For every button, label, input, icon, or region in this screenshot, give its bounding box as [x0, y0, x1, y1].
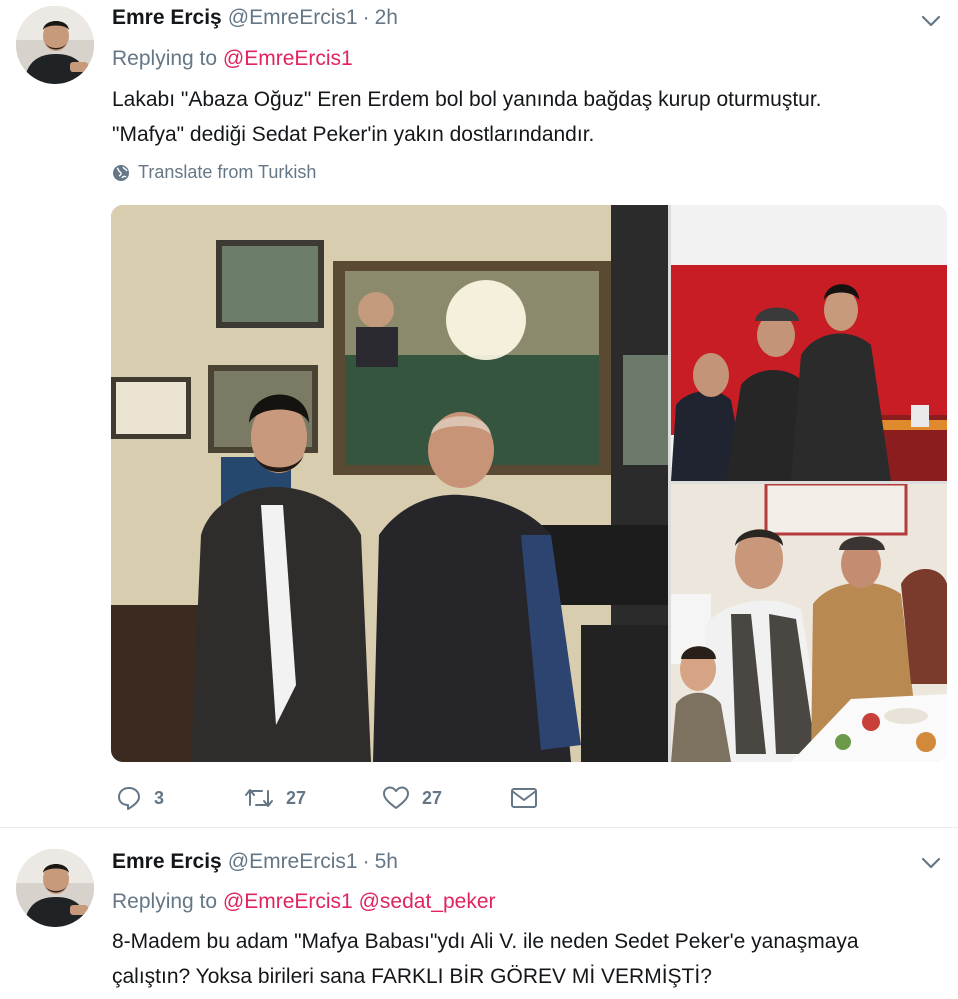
- avatar-image: [16, 849, 94, 927]
- translate-link[interactable]: Translate from Turkish: [112, 162, 316, 183]
- reply-count: 3: [154, 787, 165, 808]
- tweet-text: Lakabı "Abaza Oğuz" Eren Erdem bol bol y…: [112, 82, 942, 152]
- chevron-down-icon[interactable]: [920, 852, 942, 874]
- chevron-down-icon[interactable]: [920, 10, 942, 32]
- retweet-button[interactable]: 27: [244, 784, 382, 812]
- tweet[interactable]: Emre Erciş @EmreErcis1 · 2h Replying to …: [0, 0, 958, 828]
- tweet[interactable]: Emre Erciş @EmreErcis1 · 5h Replying to …: [0, 829, 958, 999]
- direct-message-button[interactable]: [510, 784, 550, 812]
- separator-dot: ·: [362, 850, 370, 873]
- translate-label: Translate from Turkish: [138, 162, 317, 182]
- tweet-header: Emre Erciş @EmreErcis1 · 2h: [112, 6, 398, 30]
- heart-icon: [383, 786, 409, 809]
- replying-to-label: Replying to: [112, 47, 218, 70]
- avatar[interactable]: [16, 849, 94, 927]
- separator-dot: ·: [362, 6, 370, 29]
- fullname[interactable]: Emre Erciş: [112, 850, 222, 874]
- timestamp[interactable]: 2h: [375, 6, 398, 30]
- replying-to: Replying to @EmreErcis1 @sedat_peker: [112, 890, 496, 914]
- tweet-actions: 3 27 27: [116, 784, 550, 812]
- retweet-count: 27: [286, 787, 307, 808]
- like-button[interactable]: 27: [382, 784, 510, 812]
- fullname[interactable]: Emre Erciş: [112, 6, 222, 30]
- tweet-header: Emre Erciş @EmreErcis1 · 5h: [112, 850, 398, 874]
- mail-icon: [511, 788, 537, 808]
- reply-mention-link[interactable]: @sedat_peker: [359, 890, 496, 913]
- avatar-image: [16, 6, 94, 84]
- reply-mention-link[interactable]: @EmreErcis1: [223, 47, 353, 70]
- avatar[interactable]: [16, 6, 94, 84]
- tweet-text: 8-Madem bu adam "Mafya Babası"ydı Ali V.…: [112, 924, 942, 994]
- tweet-text-line: 8-Madem bu adam "Mafya Babası"ydı Ali V.…: [112, 930, 859, 953]
- tweet-text-line: Lakabı "Abaza Oğuz" Eren Erdem bol bol y…: [112, 88, 822, 111]
- photo-dinner-table[interactable]: [671, 484, 947, 762]
- tweet-text-line: çalıştın? Yoksa birileri sana FARKLI BİR…: [112, 965, 712, 988]
- tweet-text-line: "Mafya" dediği Sedat Peker'in yakın dost…: [112, 123, 595, 146]
- replying-to-label: Replying to: [112, 890, 218, 913]
- replying-to: Replying to @EmreErcis1: [112, 47, 353, 71]
- reply-mention-link[interactable]: @EmreErcis1: [223, 890, 353, 913]
- retweet-icon: [245, 789, 273, 807]
- timestamp[interactable]: 5h: [375, 850, 398, 874]
- screenname[interactable]: @EmreErcis1: [228, 6, 358, 30]
- like-count: 27: [422, 787, 443, 808]
- media-grid[interactable]: [111, 205, 947, 762]
- globe-icon: [113, 164, 129, 181]
- photo-seated-men[interactable]: [671, 205, 947, 481]
- photo-two-men[interactable]: [111, 205, 668, 762]
- reply-button[interactable]: 3: [116, 784, 244, 812]
- screenname[interactable]: @EmreErcis1: [228, 850, 358, 874]
- reply-icon: [118, 787, 140, 810]
